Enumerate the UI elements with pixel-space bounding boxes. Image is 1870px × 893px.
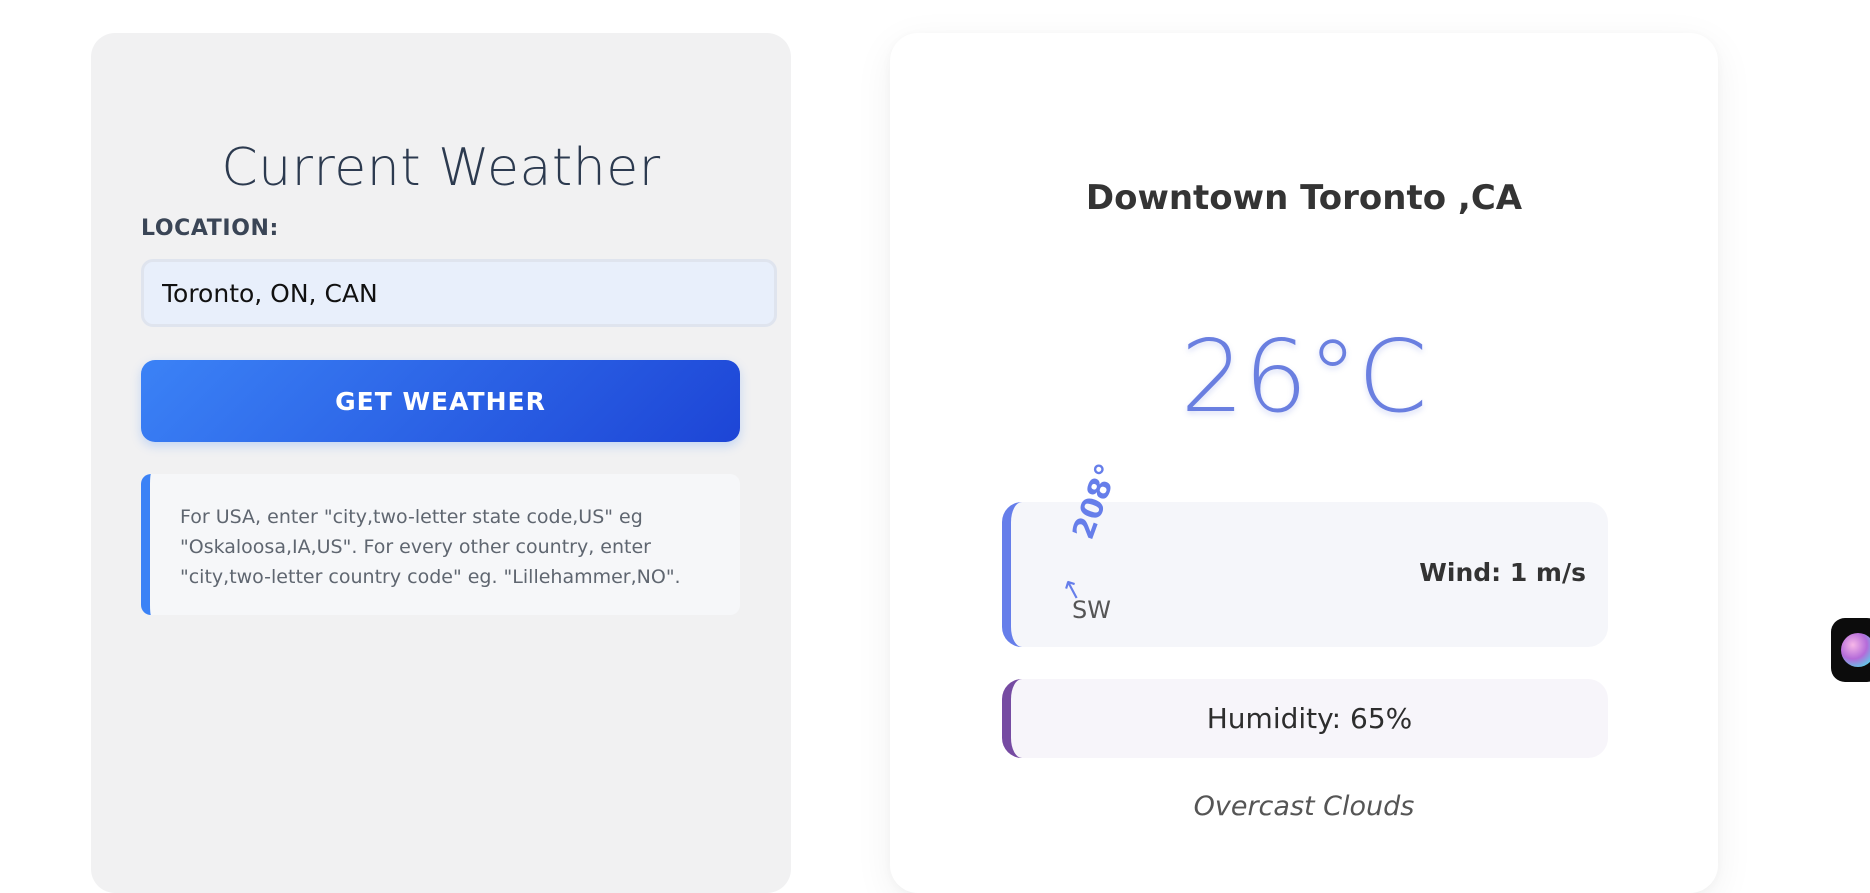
assistant-widget-button[interactable] [1831, 618, 1870, 682]
city-name: Downtown Toronto ,CA [1085, 178, 1523, 218]
page-title: Current Weather [221, 138, 661, 198]
wind-speed: Wind: 1 m/s [1419, 558, 1586, 587]
temperature: 26°C [1180, 318, 1428, 435]
assistant-avatar-icon [1841, 633, 1870, 667]
location-help-text: For USA, enter "city,two-letter state co… [141, 474, 740, 615]
location-label: LOCATION: [141, 216, 279, 241]
location-panel: Current Weather LOCATION: GET WEATHER Fo… [91, 33, 791, 893]
location-input[interactable] [141, 259, 777, 327]
wind-direction: SW [1072, 596, 1111, 624]
humidity-value: Humidity: 65% [1206, 702, 1413, 735]
humidity-panel: Humidity: 65% [1002, 679, 1608, 758]
wind-degrees: 208° [1066, 459, 1126, 544]
weather-card: Downtown Toronto ,CA 26°C 208° ↑ SW Wind… [890, 33, 1718, 893]
get-weather-button[interactable]: GET WEATHER [141, 360, 740, 442]
wind-panel: 208° ↑ SW Wind: 1 m/s [1002, 459, 1608, 647]
weather-condition: Overcast Clouds [1193, 791, 1415, 822]
